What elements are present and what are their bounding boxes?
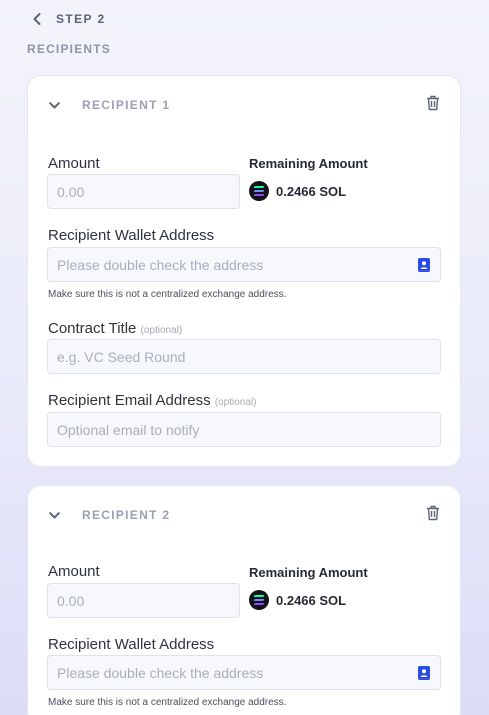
- email-label-text: Recipient Email Address: [48, 392, 211, 409]
- section-title: RECIPIENTS: [27, 42, 112, 56]
- address-book-icon: [418, 258, 430, 272]
- recipient-card-header: RECIPIENT 2: [48, 508, 170, 522]
- contract-title-label-text: Contract Title: [48, 320, 137, 337]
- recipient-title: RECIPIENT 2: [82, 508, 171, 522]
- remaining-amount: 0.2466 SOL: [249, 590, 346, 610]
- email-input[interactable]: [47, 412, 441, 447]
- delete-recipient-button[interactable]: [426, 505, 442, 523]
- address-book-icon: [418, 666, 430, 680]
- amount-input[interactable]: [47, 174, 240, 209]
- contract-title-input[interactable]: [47, 339, 441, 374]
- delete-recipient-button[interactable]: [426, 95, 442, 113]
- email-label: Recipient Email Address (optional): [48, 392, 256, 409]
- back-button[interactable]: [30, 10, 44, 28]
- address-book-button[interactable]: [418, 258, 430, 272]
- optional-tag: (optional): [140, 325, 183, 336]
- chevron-down-icon: [48, 101, 60, 108]
- remaining-amount-value: 0.2466 SOL: [276, 592, 347, 608]
- recipient-card: RECIPIENT 1 Amount Remaining Amount 0.24…: [27, 75, 461, 467]
- recipient-card: RECIPIENT 2 Amount Remaining Amount 0.24…: [27, 485, 461, 715]
- create-stream-page: STEP 2 RECIPIENTS RECIPIENT 1 Amount Rem…: [0, 0, 489, 715]
- optional-tag: (optional): [214, 397, 257, 408]
- address-book-button[interactable]: [418, 666, 430, 680]
- collapse-button[interactable]: [48, 99, 60, 111]
- wallet-address-input[interactable]: [47, 655, 441, 690]
- wallet-hint: Make sure this is not a centralized exch…: [48, 697, 287, 708]
- remaining-amount-label: Remaining Amount: [249, 156, 368, 171]
- recipient-card-header: RECIPIENT 1: [48, 98, 170, 112]
- amount-label: Amount: [48, 155, 100, 172]
- step-label: STEP 2: [56, 12, 106, 26]
- wallet-address-label: Recipient Wallet Address: [48, 227, 215, 244]
- solana-icon: [249, 181, 269, 201]
- remaining-amount: 0.2466 SOL: [249, 181, 346, 201]
- recipient-title: RECIPIENT 1: [82, 98, 171, 112]
- wallet-address-input[interactable]: [47, 247, 441, 282]
- wallet-hint: Make sure this is not a centralized exch…: [48, 289, 287, 300]
- collapse-button[interactable]: [48, 509, 60, 521]
- remaining-amount-value: 0.2466 SOL: [276, 183, 347, 199]
- solana-icon: [249, 590, 269, 610]
- trash-icon: [427, 95, 439, 111]
- trash-icon: [427, 505, 439, 521]
- amount-label: Amount: [48, 563, 100, 580]
- chevron-down-icon: [48, 511, 60, 518]
- wallet-address-label: Recipient Wallet Address: [48, 636, 215, 653]
- amount-input[interactable]: [47, 583, 240, 618]
- step-header: STEP 2: [30, 10, 106, 28]
- chevron-left-icon: [33, 13, 41, 25]
- contract-title-label: Contract Title (optional): [48, 320, 182, 337]
- remaining-amount-label: Remaining Amount: [249, 565, 368, 580]
